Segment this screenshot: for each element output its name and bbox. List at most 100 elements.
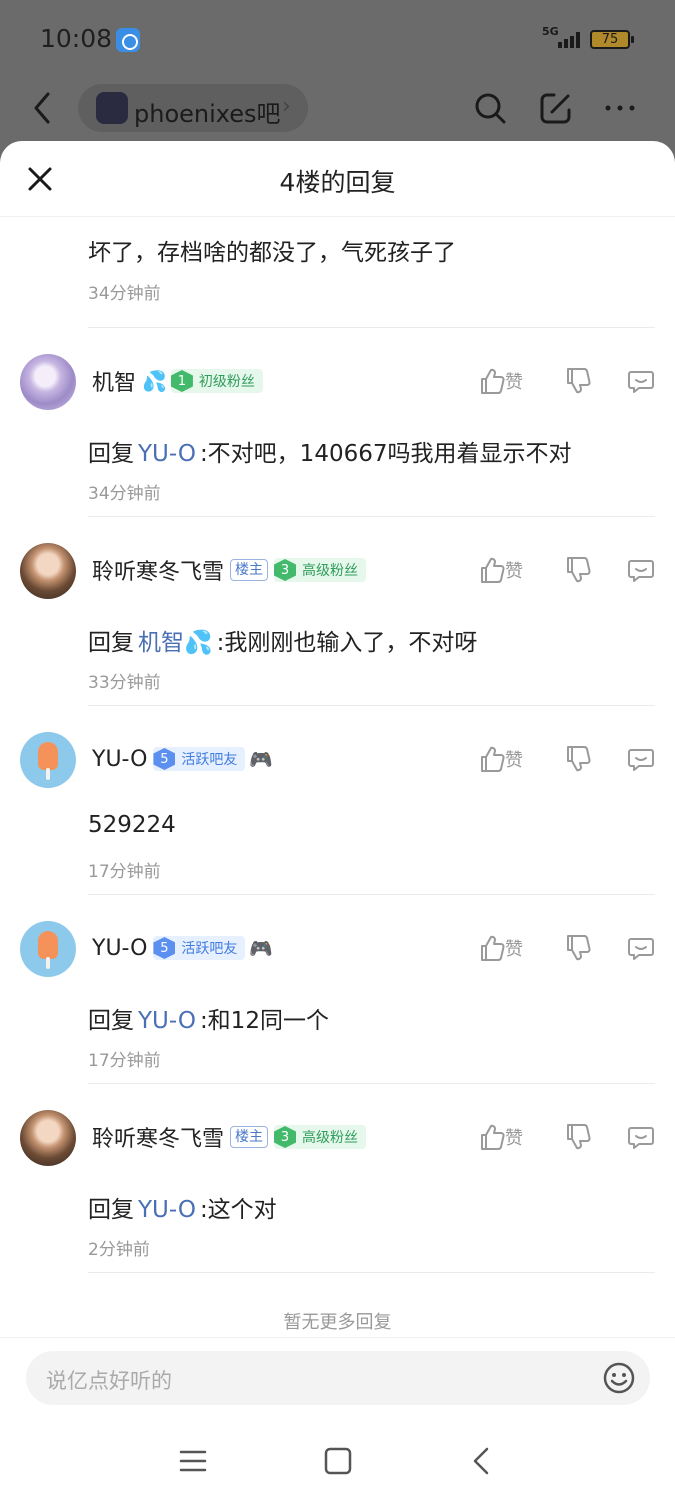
like-button[interactable]: 赞 [479, 1123, 535, 1151]
divider [88, 1272, 655, 1273]
thumbs-down-icon [567, 368, 591, 394]
back-nav-icon[interactable] [466, 1445, 498, 1477]
reply-time: 33分钟前 [88, 673, 161, 693]
forum-avatar [96, 92, 128, 124]
comment-icon [628, 371, 654, 393]
reply-content: 回复 YU-O:不对吧，140667吗我用着显示不对 [88, 434, 572, 468]
level-number: 1 [170, 370, 193, 392]
app-notification-icon [116, 28, 140, 52]
like-label: 赞 [505, 1128, 523, 1149]
signal-icon [558, 30, 584, 48]
reply-to-name: YU-O [138, 441, 196, 467]
reply-time: 34分钟前 [88, 484, 161, 504]
comment-button[interactable] [627, 1123, 655, 1151]
sheet-title: 4楼的回复 [279, 168, 396, 197]
like-label: 赞 [505, 372, 523, 393]
fan-level-badge: 1 初级粉丝 [170, 369, 263, 393]
level-number: 3 [274, 1126, 297, 1148]
member-level-badge: 5 活跃吧友 [153, 747, 246, 771]
more-icon[interactable] [602, 90, 638, 126]
level-title: 高级粉丝 [302, 563, 359, 579]
reply-to-name: YU-O [138, 1008, 196, 1034]
reply-item: YU-O 5 活跃吧友 🎮 赞 回复 YU-O:和12同一个 17分钟前 [0, 895, 675, 1084]
reply-to-user[interactable]: 机智💦 [138, 630, 213, 656]
level-number: 5 [153, 937, 176, 959]
like-button[interactable]: 赞 [479, 934, 535, 962]
thumbs-up-icon [481, 935, 505, 961]
game-badge-icon: 🎮 [249, 748, 274, 771]
level-number: 5 [153, 748, 176, 770]
like-label: 赞 [505, 561, 523, 582]
reply-to-user[interactable]: YU-O [138, 1197, 196, 1223]
reply-time: 17分钟前 [88, 862, 161, 882]
forum-chip[interactable]: phoenixes吧 › [78, 84, 308, 132]
comment-button[interactable] [627, 934, 655, 962]
smiley-icon[interactable] [602, 1361, 636, 1395]
level-title: 活跃吧友 [181, 941, 238, 957]
username[interactable]: YU-O [92, 936, 147, 961]
reply-to-name: YU-O [138, 1197, 196, 1223]
reply-prefix: 回复 [88, 630, 134, 656]
username[interactable]: 聆听寒冬飞雪 [92, 1121, 224, 1153]
game-badge-icon: 🎮 [249, 937, 274, 960]
thumbs-up-icon [481, 746, 505, 772]
like-button[interactable]: 赞 [479, 556, 535, 584]
username[interactable]: 聆听寒冬飞雪 [92, 554, 224, 586]
dislike-button[interactable] [565, 934, 591, 962]
dislike-button[interactable] [565, 367, 591, 395]
avatar[interactable] [20, 354, 76, 410]
reply-to-name: 机智 [138, 630, 184, 656]
reply-content: 529224 [88, 812, 176, 838]
replies-sheet: 4楼的回复 坏了，存档啥的都没了，气死孩子了 34分钟前 机智 💦 1 初级粉丝… [0, 141, 675, 1500]
avatar[interactable] [20, 921, 76, 977]
like-button[interactable]: 赞 [479, 745, 535, 773]
search-icon[interactable] [472, 90, 508, 126]
avatar[interactable] [20, 1110, 76, 1166]
status-time: 10:08 [40, 24, 113, 53]
reply-item: 聆听寒冬飞雪 楼主 3 高级粉丝 赞 回复 YU-O:这个对 2分钟前 [0, 1084, 675, 1273]
sheet-header: 4楼的回复 [0, 141, 675, 217]
comment-button[interactable] [627, 367, 655, 395]
username[interactable]: YU-O [92, 747, 147, 772]
chevron-right-icon: › [282, 94, 291, 119]
home-icon[interactable] [322, 1445, 354, 1477]
level-title: 活跃吧友 [181, 752, 238, 768]
list-item: 坏了，存档啥的都没了，气死孩子了 34分钟前 [0, 217, 675, 329]
level-title: 高级粉丝 [302, 1130, 359, 1146]
level-number: 3 [274, 559, 297, 581]
like-button[interactable]: 赞 [479, 367, 535, 395]
reply-content: 回复 YU-O:这个对 [88, 1190, 277, 1224]
comment-icon [628, 749, 654, 771]
reply-to-emoji: 💦 [184, 630, 213, 656]
host-badge: 楼主 [230, 1126, 269, 1148]
thumbs-down-icon [567, 557, 591, 583]
reply-item: 聆听寒冬飞雪 楼主 3 高级粉丝 赞 回复 机智💦:我刚刚也输入了，不对呀 33分… [0, 517, 675, 706]
username-emoji: 💦 [142, 369, 167, 393]
fan-level-badge: 3 高级粉丝 [274, 558, 367, 582]
system-nav-bar [0, 1421, 675, 1500]
menu-icon[interactable] [177, 1445, 209, 1477]
background-nav: phoenixes吧 › [0, 78, 675, 138]
comment-button[interactable] [627, 556, 655, 584]
reply-prefix: 回复 [88, 1008, 134, 1034]
reply-input[interactable]: 说亿点好听的 [26, 1351, 650, 1405]
reply-text: :我刚刚也输入了，不对呀 [216, 630, 478, 656]
reply-to-user[interactable]: YU-O [138, 441, 196, 467]
username[interactable]: 机智 [92, 365, 136, 397]
reply-to-user[interactable]: YU-O [138, 1008, 196, 1034]
thumbs-down-icon [567, 935, 591, 961]
dislike-button[interactable] [565, 1123, 591, 1151]
comment-icon [628, 938, 654, 960]
reply-content: 坏了，存档啥的都没了，气死孩子了 [88, 240, 456, 266]
dislike-button[interactable] [565, 556, 591, 584]
reply-prefix: 回复 [88, 441, 134, 467]
back-icon[interactable] [28, 90, 56, 126]
reply-content: 回复 机智💦:我刚刚也输入了，不对呀 [88, 623, 477, 657]
reply-input-placeholder: 说亿点好听的 [46, 1369, 172, 1393]
edit-icon[interactable] [538, 90, 574, 126]
comment-button[interactable] [627, 745, 655, 773]
avatar[interactable] [20, 732, 76, 788]
dislike-button[interactable] [565, 745, 591, 773]
like-label: 赞 [505, 939, 523, 960]
avatar[interactable] [20, 543, 76, 599]
